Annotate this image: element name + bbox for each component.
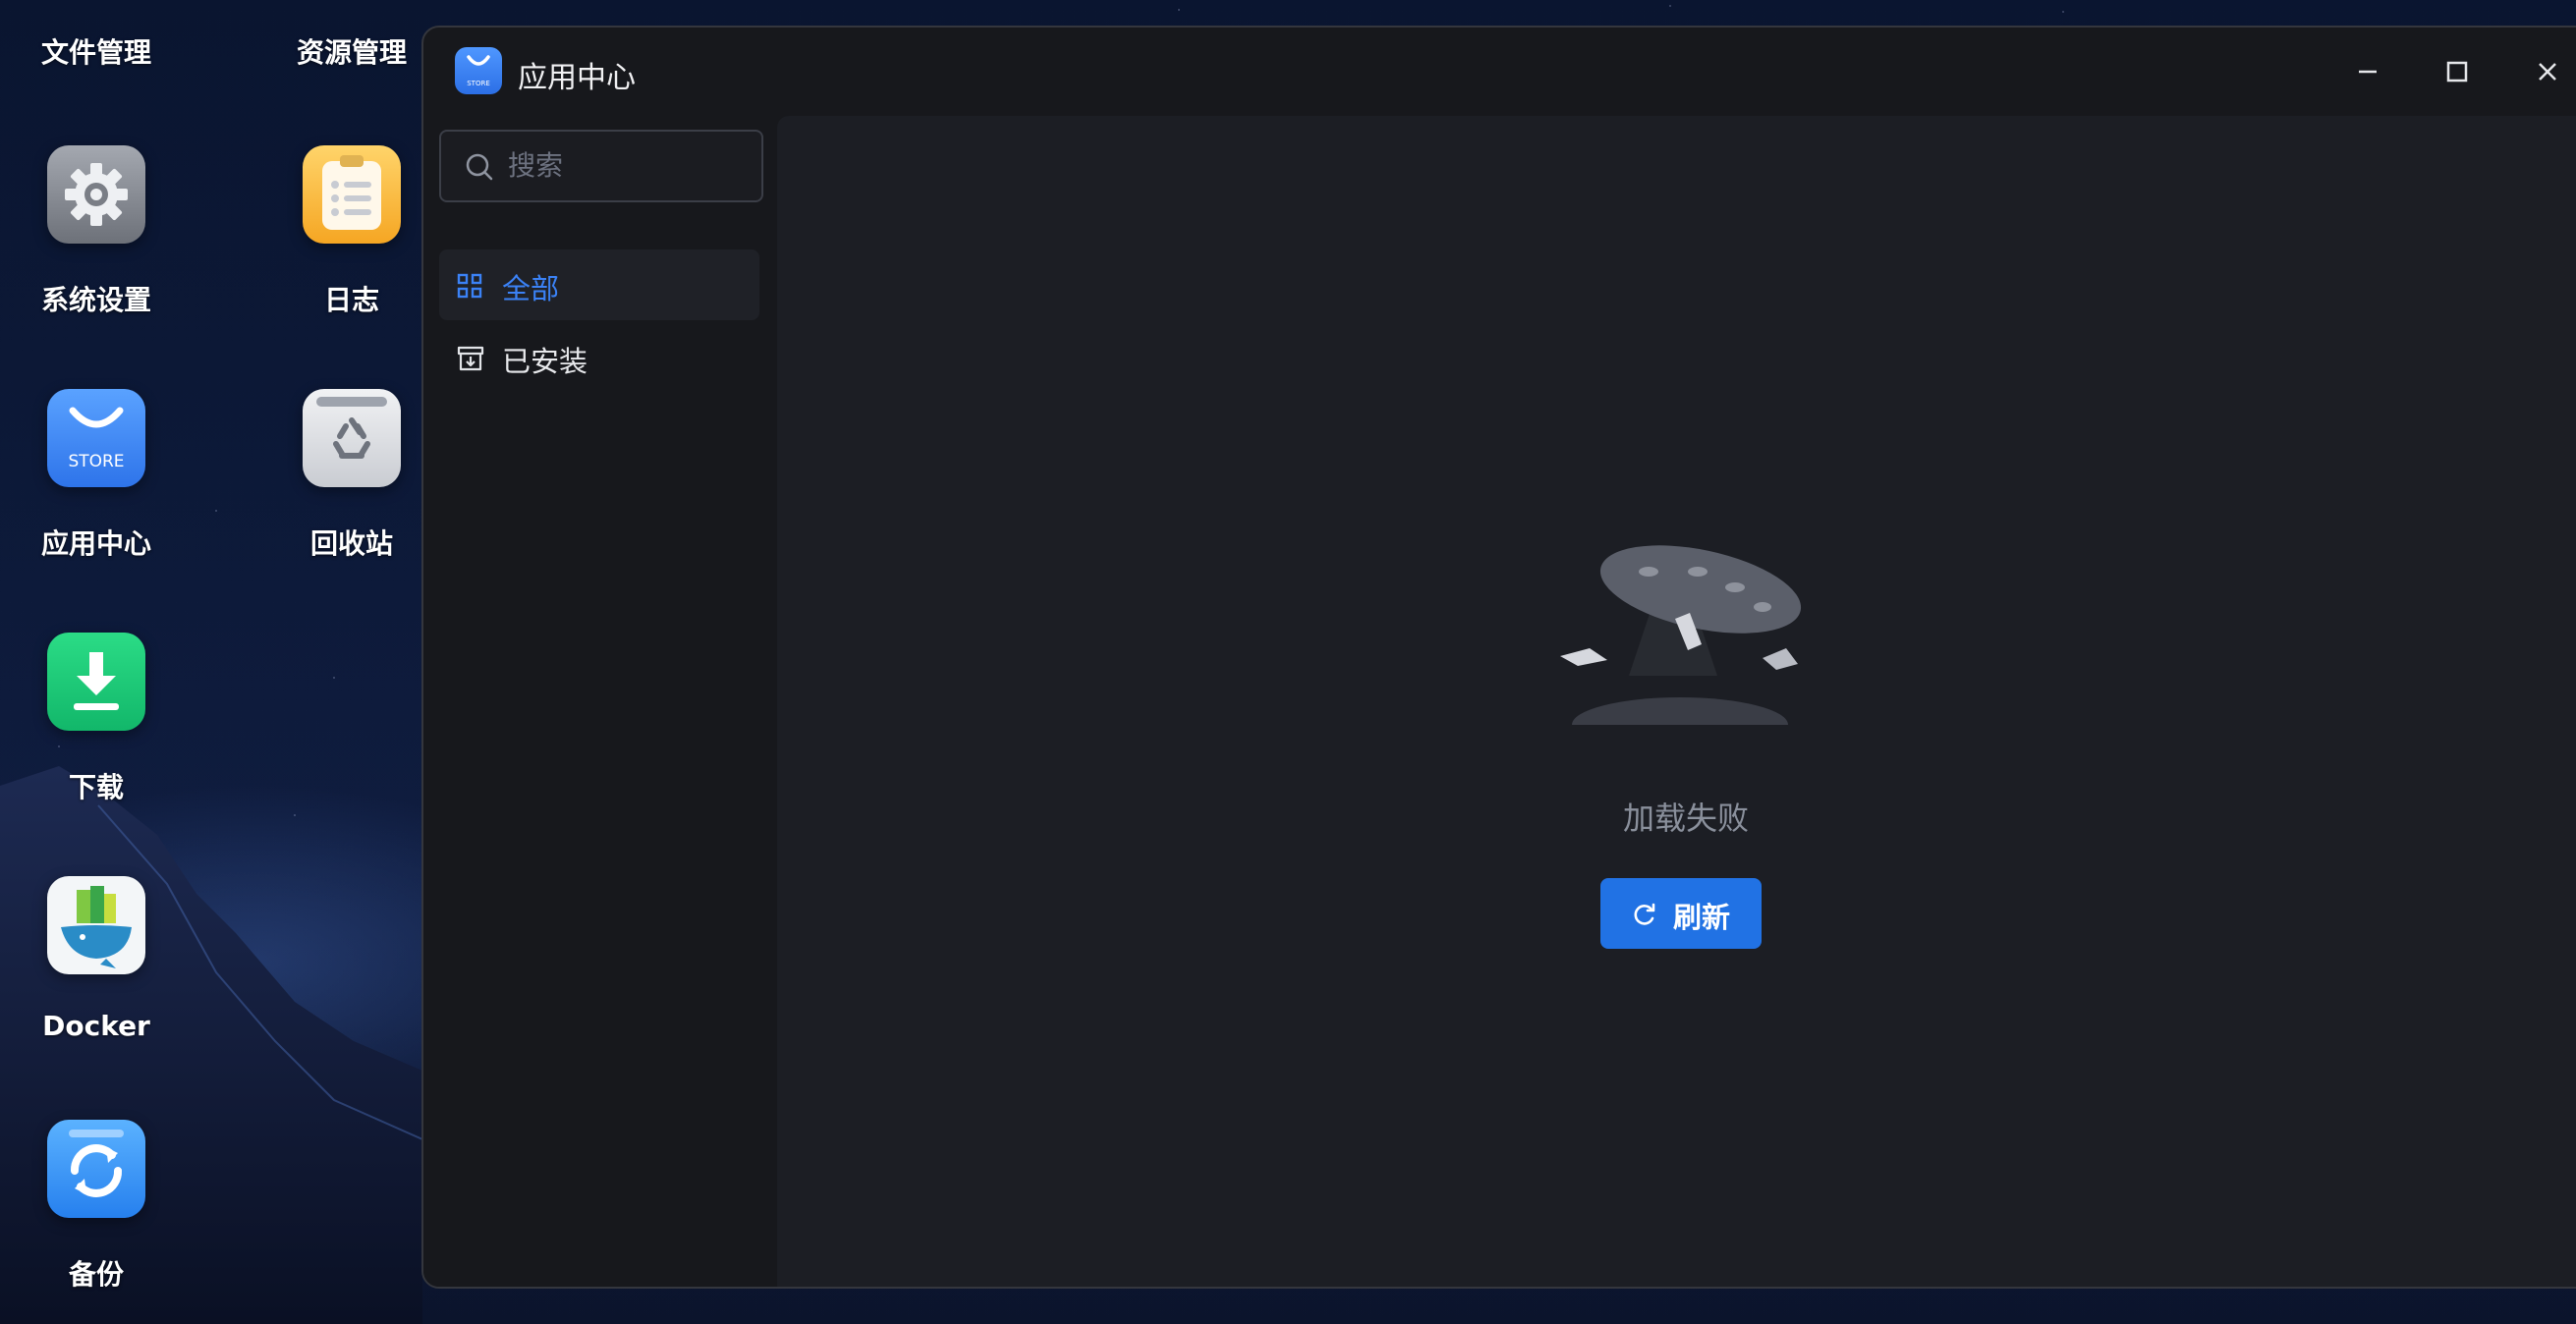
store-logo-icon: STORE bbox=[455, 47, 502, 94]
minimize-button[interactable] bbox=[2349, 53, 2386, 90]
desktop-label-file-manager[interactable]: 文件管理 bbox=[41, 31, 151, 71]
sidebar-item-label: 已安装 bbox=[502, 345, 588, 378]
close-button[interactable] bbox=[2529, 53, 2566, 90]
sidebar-item-installed[interactable]: 已安装 bbox=[439, 322, 759, 393]
maximize-button[interactable] bbox=[2438, 53, 2476, 90]
refresh-icon bbox=[1634, 903, 1655, 925]
store-icon: STORE bbox=[47, 389, 145, 487]
sidebar-item-all[interactable]: 全部 bbox=[439, 249, 759, 320]
desktop-item-system-settings[interactable]: 系统设置 bbox=[0, 145, 195, 318]
search-box[interactable] bbox=[439, 130, 763, 202]
gear-icon bbox=[47, 145, 145, 244]
desktop-item-download[interactable]: 下载 bbox=[0, 633, 195, 805]
minimize-icon bbox=[2359, 70, 2377, 74]
backup-icon bbox=[47, 1120, 145, 1218]
desktop-item-label: 备份 bbox=[68, 1258, 124, 1291]
download-icon bbox=[47, 633, 145, 731]
window-titlebar[interactable]: STORE 应用中心 bbox=[423, 28, 2576, 116]
close-icon bbox=[2539, 63, 2556, 81]
maximize-icon bbox=[2446, 61, 2468, 83]
search-icon bbox=[466, 153, 493, 181]
desktop-item-recycle-bin[interactable]: 回收站 bbox=[253, 389, 450, 562]
refresh-button[interactable]: 刷新 bbox=[1600, 878, 1762, 949]
ufo-illustration bbox=[1560, 545, 1802, 735]
desktop-item-docker[interactable]: Docker bbox=[0, 876, 195, 1042]
sidebar: 全部 已安装 bbox=[423, 116, 777, 1287]
installed-box-icon bbox=[457, 346, 484, 371]
desktop-item-log[interactable]: 日志 bbox=[253, 145, 450, 318]
desktop-item-label: 回收站 bbox=[309, 527, 393, 560]
desktop-label-resource-manager[interactable]: 资源管理 bbox=[297, 31, 407, 71]
recycle-bin-icon bbox=[303, 389, 401, 487]
refresh-button-label: 刷新 bbox=[1673, 901, 1731, 934]
desktop-item-label: 应用中心 bbox=[40, 527, 151, 560]
window-title: 应用中心 bbox=[518, 61, 636, 95]
store-logo-text: STORE bbox=[467, 80, 490, 87]
search-input[interactable] bbox=[506, 132, 756, 198]
sidebar-item-label: 全部 bbox=[502, 272, 560, 305]
store-logo-text: STORE bbox=[68, 452, 124, 471]
app-center-window: STORE 应用中心 搜索 全部 已安装 加载失败 刷新 bbox=[421, 26, 2576, 1289]
desktop-item-label: 下载 bbox=[68, 771, 124, 803]
desktop-item-label: 日志 bbox=[323, 284, 379, 316]
desktop-item-label: Docker bbox=[42, 1010, 150, 1042]
grid-icon bbox=[457, 273, 482, 299]
desktop-item-backup[interactable]: 备份 bbox=[0, 1120, 195, 1293]
load-failed-message: 加载失败 bbox=[1622, 800, 1749, 837]
docker-icon bbox=[47, 876, 145, 974]
main-content: 加载失败 刷新 bbox=[777, 116, 2576, 1287]
desktop-item-label: 系统设置 bbox=[40, 284, 151, 316]
notepad-icon bbox=[303, 145, 401, 244]
desktop-item-app-center[interactable]: STORE 应用中心 bbox=[0, 389, 195, 562]
